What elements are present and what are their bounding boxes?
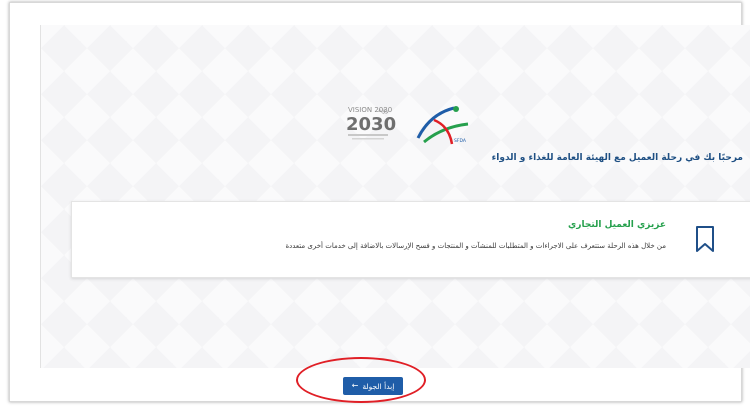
browser-frame: VISION 2030 رؤية 2030 SFDA مرحبًا بك في … bbox=[9, 2, 750, 402]
start-tour-label: إبدأ الجولة bbox=[362, 381, 395, 391]
card-title: عزيزي العميل التجاري bbox=[568, 220, 666, 230]
svg-text:رؤية: رؤية bbox=[378, 107, 389, 114]
svg-text:2030: 2030 bbox=[346, 114, 396, 135]
svg-text:SFDA: SFDA bbox=[454, 138, 467, 144]
hero-section: VISION 2030 رؤية 2030 SFDA مرحبًا بك في … bbox=[40, 25, 750, 368]
arrow-left-icon: ← bbox=[351, 381, 359, 390]
start-tour-button[interactable]: إبدأ الجولة ← bbox=[343, 377, 403, 395]
welcome-heading: مرحبًا بك في رحلة العميل مع الهيئة العام… bbox=[491, 153, 743, 163]
info-card: عزيزي العميل التجاري من خلال هذه الرحلة … bbox=[71, 201, 750, 278]
card-description: من خلال هذه الرحلة ستتعرف على الاجراءات … bbox=[285, 242, 666, 250]
sfda-logo: SFDA bbox=[416, 106, 469, 145]
vision-2030-logo: VISION 2030 رؤية 2030 bbox=[346, 106, 396, 140]
logos: VISION 2030 رؤية 2030 SFDA bbox=[346, 106, 469, 145]
bookmark-icon bbox=[696, 226, 714, 252]
